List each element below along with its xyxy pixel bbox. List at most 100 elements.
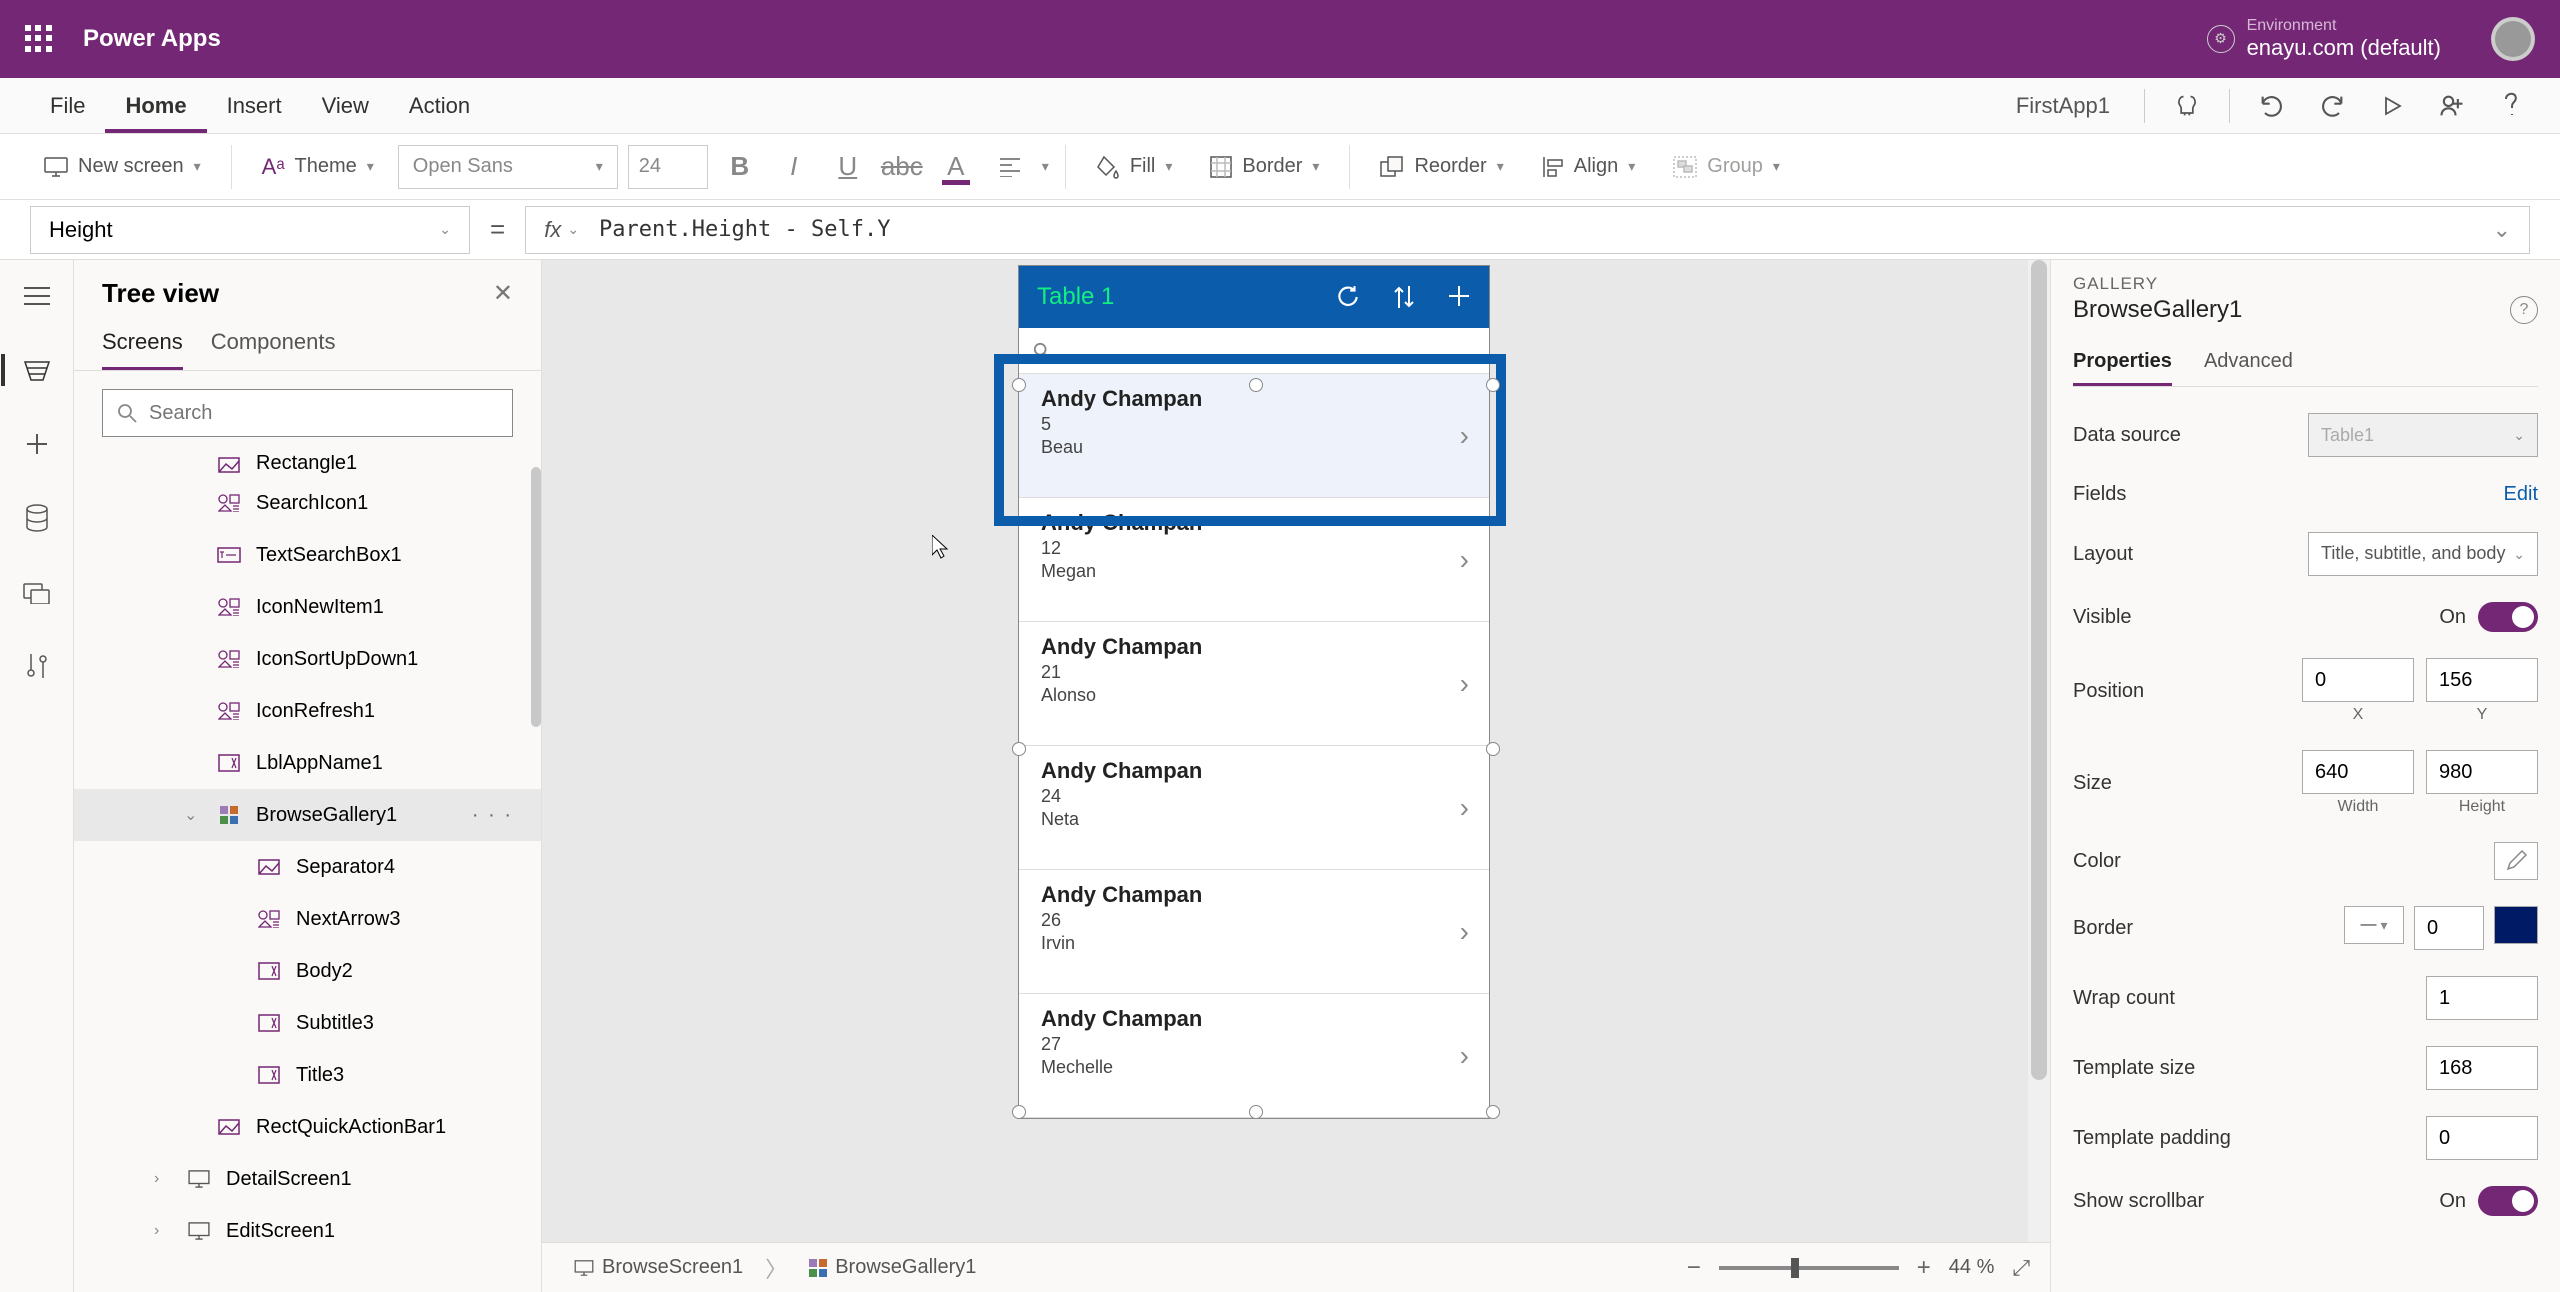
undo-button[interactable] (2254, 88, 2290, 124)
tree-item-title3[interactable]: Title3 (74, 1049, 541, 1101)
components-tab[interactable]: Components (211, 319, 336, 370)
data-source-selector[interactable]: Table1 ⌄ (2308, 413, 2538, 457)
menu-insert[interactable]: Insert (207, 78, 302, 133)
redo-button[interactable] (2314, 88, 2350, 124)
breadcrumb-gallery[interactable]: BrowseGallery1 (797, 1252, 988, 1283)
next-arrow-icon[interactable]: › (1460, 916, 1469, 948)
environment-selector[interactable]: ⚙ Environment enayu.com (default) (2207, 16, 2441, 62)
position-x-input[interactable] (2302, 658, 2414, 702)
italic-button[interactable]: I (772, 145, 816, 189)
close-tree-button[interactable]: ✕ (493, 279, 513, 308)
share-button[interactable] (2434, 88, 2470, 124)
media-icon[interactable] (21, 576, 53, 608)
tree-item-subtitle3[interactable]: Subtitle3 (74, 997, 541, 1049)
tree-item-editscreen1[interactable]: ›EditScreen1 (74, 1205, 541, 1257)
show-scrollbar-toggle[interactable] (2478, 1186, 2538, 1216)
tree-item-nextarrow3[interactable]: NextArrow3 (74, 893, 541, 945)
width-input[interactable] (2302, 750, 2414, 794)
expand-icon[interactable]: › (154, 1170, 172, 1188)
advanced-tools-icon[interactable] (21, 650, 53, 682)
menu-action[interactable]: Action (389, 78, 490, 133)
next-arrow-icon[interactable]: › (1460, 420, 1469, 452)
advanced-tab[interactable]: Advanced (2204, 342, 2293, 386)
collapse-icon[interactable]: ⌄ (184, 805, 202, 825)
expand-icon[interactable]: › (154, 1222, 172, 1240)
strikethrough-button[interactable]: abc (880, 145, 924, 189)
formula-input[interactable]: fx ⌄ Parent.Height - Self.Y ⌄ (525, 206, 2530, 254)
next-arrow-icon[interactable]: › (1460, 544, 1469, 576)
text-align-button[interactable] (988, 145, 1032, 189)
border-style-selector[interactable]: — ▾ (2344, 906, 2404, 944)
app-file-name[interactable]: FirstApp1 (2016, 93, 2110, 119)
refresh-icon[interactable] (1335, 284, 1361, 310)
property-selector[interactable]: Height ⌄ (30, 206, 470, 254)
border-width-input[interactable] (2414, 906, 2484, 950)
more-options-icon[interactable]: · · · (472, 804, 513, 827)
tree-view-icon[interactable] (21, 354, 53, 386)
visible-toggle[interactable] (2478, 602, 2538, 632)
menu-view[interactable]: View (302, 78, 389, 133)
new-screen-button[interactable]: New screen ▾ (30, 147, 215, 187)
height-input[interactable] (2426, 750, 2538, 794)
fill-button[interactable]: Fill ▾ (1082, 147, 1187, 187)
tree-search-box[interactable] (102, 389, 513, 437)
tree-item-body2[interactable]: Body2 (74, 945, 541, 997)
app-checker-icon[interactable] (2169, 88, 2205, 124)
tree-search-input[interactable] (149, 402, 498, 425)
menu-home[interactable]: Home (105, 78, 206, 133)
theme-button[interactable]: Aᵃ Theme ▾ (248, 147, 388, 187)
tree-item-textsearchbox1[interactable]: TextSearchBox1 (74, 529, 541, 581)
resize-handle[interactable] (1012, 742, 1026, 756)
resize-handle[interactable] (1012, 1105, 1026, 1119)
tree-item-separator4[interactable]: Separator4 (74, 841, 541, 893)
color-picker[interactable] (2494, 842, 2538, 880)
position-y-input[interactable] (2426, 658, 2538, 702)
resize-handle[interactable] (1486, 1105, 1500, 1119)
tree-item-lblappname1[interactable]: LblAppName1 (74, 737, 541, 789)
resize-handle[interactable] (1249, 378, 1263, 392)
app-launcher-icon[interactable] (25, 25, 53, 53)
add-icon[interactable] (1447, 284, 1471, 310)
properties-tab[interactable]: Properties (2073, 342, 2172, 386)
edit-fields-link[interactable]: Edit (2504, 483, 2538, 506)
zoom-in-button[interactable]: + (1917, 1254, 1931, 1282)
gallery-item[interactable]: Andy Champan24Neta› (1019, 746, 1489, 870)
group-button[interactable]: Group ▾ (1659, 147, 1794, 187)
help-icon[interactable]: ? (2510, 296, 2538, 324)
template-size-input[interactable] (2426, 1046, 2538, 1090)
insert-icon[interactable] (21, 428, 53, 460)
gallery-item[interactable]: Andy Champan26Irvin› (1019, 870, 1489, 994)
screens-tab[interactable]: Screens (102, 319, 183, 370)
zoom-out-button[interactable]: − (1687, 1254, 1701, 1282)
tree-item-iconsortupdown1[interactable]: IconSortUpDown1 (74, 633, 541, 685)
canvas-vertical-scrollbar[interactable] (2028, 260, 2050, 1252)
wrap-count-input[interactable] (2426, 976, 2538, 1020)
zoom-slider[interactable] (1719, 1266, 1899, 1270)
reorder-button[interactable]: Reorder ▾ (1366, 147, 1517, 187)
gallery-item[interactable]: Andy Champan5Beau› (1019, 374, 1489, 498)
tree-item-iconrefresh1[interactable]: IconRefresh1 (74, 685, 541, 737)
underline-button[interactable]: U (826, 145, 870, 189)
gallery-item[interactable]: Andy Champan21Alonso› (1019, 622, 1489, 746)
tree-item-browsegallery1[interactable]: ⌄BrowseGallery1· · · (74, 789, 541, 841)
border-color-picker[interactable] (2494, 906, 2538, 944)
font-selector[interactable]: Open Sans ▾ (398, 145, 618, 189)
align-button[interactable]: Align ▾ (1528, 147, 1650, 187)
bold-button[interactable]: B (718, 145, 762, 189)
expand-formula-icon[interactable]: ⌄ (2493, 217, 2511, 243)
gallery-item[interactable]: Andy Champan27Mechelle› (1019, 994, 1489, 1118)
search-box[interactable] (1019, 328, 1489, 374)
resize-handle[interactable] (1249, 1105, 1263, 1119)
tree-scrollbar-thumb[interactable] (531, 467, 541, 727)
next-arrow-icon[interactable]: › (1460, 668, 1469, 700)
font-size-input[interactable] (628, 145, 708, 189)
breadcrumb-screen[interactable]: BrowseScreen1 (562, 1252, 755, 1283)
tree-item-detailscreen1[interactable]: ›DetailScreen1 (74, 1153, 541, 1205)
gallery-item[interactable]: Andy Champan12Megan› (1019, 498, 1489, 622)
sort-icon[interactable] (1393, 284, 1415, 310)
fit-to-screen-button[interactable]: ⤢ (2012, 1255, 2030, 1281)
help-button[interactable] (2494, 88, 2530, 124)
next-arrow-icon[interactable]: › (1460, 792, 1469, 824)
layout-selector[interactable]: Title, subtitle, and body ⌄ (2308, 532, 2538, 576)
resize-handle[interactable] (1486, 742, 1500, 756)
